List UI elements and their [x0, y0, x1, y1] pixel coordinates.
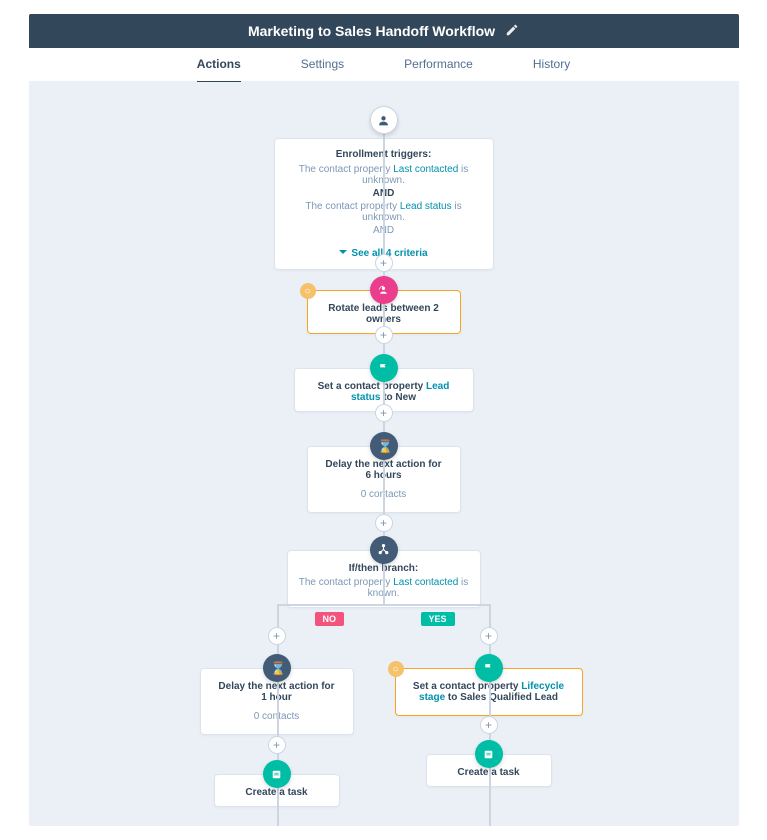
workflow-title: Marketing to Sales Handoff Workflow [248, 23, 495, 39]
add-action-button[interactable]: + [480, 716, 498, 734]
add-action-button[interactable]: + [480, 627, 498, 645]
task-icon [263, 760, 291, 788]
rotate-icon [370, 276, 398, 304]
tab-performance[interactable]: Performance [404, 47, 473, 81]
add-action-button[interactable]: + [375, 326, 393, 344]
person-icon [370, 106, 398, 134]
tab-settings[interactable]: Settings [301, 47, 344, 81]
tab-actions[interactable]: Actions [197, 47, 241, 81]
chevron-down-icon [339, 250, 347, 258]
add-action-button[interactable]: + [268, 736, 286, 754]
hourglass-icon: ⌛ [263, 654, 291, 682]
add-action-button[interactable]: + [375, 254, 393, 272]
tab-history[interactable]: History [533, 47, 570, 81]
workflow-canvas[interactable]: Enrollment triggers: The contact propert… [29, 82, 739, 826]
warning-badge-icon: ○ [388, 661, 404, 677]
task-icon [475, 740, 503, 768]
branch-label-no: NO [315, 612, 345, 626]
branch-icon [370, 536, 398, 564]
add-action-button[interactable]: + [268, 627, 286, 645]
branch-label-yes: YES [421, 612, 455, 626]
edit-title-icon[interactable] [505, 23, 519, 40]
workflow-editor-frame: Marketing to Sales Handoff Workflow Acti… [29, 14, 739, 826]
warning-badge-icon: ○ [300, 283, 316, 299]
flag-icon [370, 354, 398, 382]
flag-icon [475, 654, 503, 682]
connector [277, 604, 491, 606]
titlebar: Marketing to Sales Handoff Workflow [29, 14, 739, 48]
add-action-button[interactable]: + [375, 404, 393, 422]
tabbar: Actions Settings Performance History [29, 48, 739, 82]
hourglass-icon: ⌛ [370, 432, 398, 460]
add-action-button[interactable]: + [375, 514, 393, 532]
